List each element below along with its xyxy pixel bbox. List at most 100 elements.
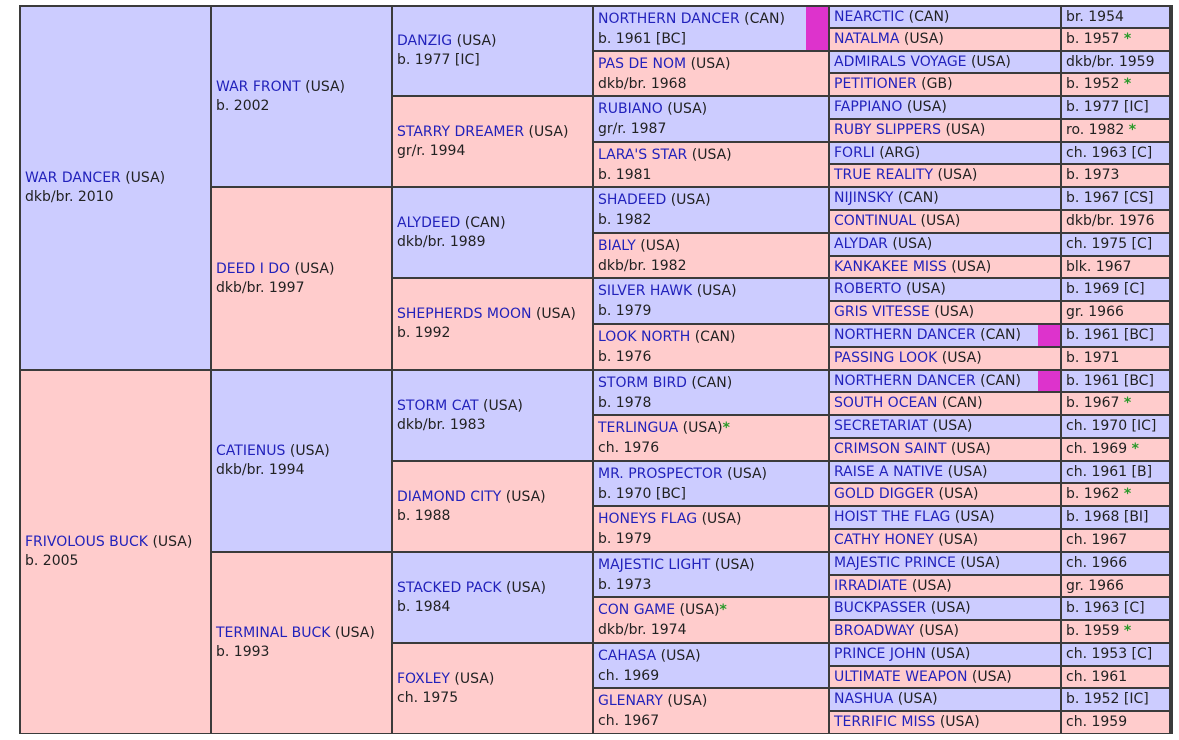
horse-name-link[interactable]: PETITIONER xyxy=(834,76,917,92)
horse-name-link[interactable]: NATALMA xyxy=(834,31,899,47)
horse-name-link[interactable]: FORLI xyxy=(834,145,875,161)
horse-name-link[interactable]: NIJINSKY xyxy=(834,190,893,206)
horse-name-link[interactable]: ALYDAR xyxy=(834,236,888,252)
horse-name-link[interactable]: IRRADIATE xyxy=(834,578,907,594)
horse-name-link[interactable]: GLENARY xyxy=(598,693,663,709)
horse-name-link[interactable]: WAR DANCER xyxy=(25,170,121,186)
horse-info: br. 1954 xyxy=(1066,9,1124,25)
horse-title-line: STARRY DREAMER (USA) xyxy=(397,123,588,142)
horse-name-link[interactable]: RUBY SLIPPERS xyxy=(834,122,941,138)
horse-name-link[interactable]: PRINCE JOHN xyxy=(834,646,926,662)
horse-name-link[interactable]: CAHASA xyxy=(598,648,656,664)
horse-name-link[interactable]: FRIVOLOUS BUCK xyxy=(25,534,148,550)
horse-info: ch. 1959 xyxy=(1066,714,1128,730)
horse-info: b. 1977 [IC] xyxy=(397,52,480,68)
horse-name-link[interactable]: MAJESTIC LIGHT xyxy=(598,557,710,573)
horse-name-link[interactable]: SOUTH OCEAN xyxy=(834,395,937,411)
horse-name-link[interactable]: NORTHERN DANCER xyxy=(598,11,740,27)
horse-country: (USA) xyxy=(528,123,569,140)
horse-name-link[interactable]: STARRY DREAMER xyxy=(397,124,524,140)
horse-name-link[interactable]: FAPPIANO xyxy=(834,99,902,115)
horse-name-link[interactable]: SECRETARIAT xyxy=(834,418,928,434)
horse-info: ch. 1969 xyxy=(598,667,660,684)
horse-name-link[interactable]: NORTHERN DANCER xyxy=(834,373,976,389)
horse-country: (USA) xyxy=(535,306,576,322)
horse-name-link[interactable]: CONTINUAL xyxy=(834,213,916,229)
horse-country: (USA) xyxy=(951,259,992,275)
horse-name-link[interactable]: WAR FRONT xyxy=(216,79,301,95)
horse-name-link[interactable]: GOLD DIGGER xyxy=(834,486,934,502)
horse-name-link[interactable]: ULTIMATE WEAPON xyxy=(834,669,967,685)
horse-name-link[interactable]: PASSING LOOK xyxy=(834,350,937,366)
horse-title-line: DANZIG (USA) xyxy=(397,32,588,51)
horse-name-link[interactable]: TERLINGUA xyxy=(598,420,678,436)
horse-info: b. 1952 [IC] xyxy=(1066,691,1149,707)
horse-info: dkb/br. 1968 xyxy=(598,75,687,92)
horse-country: (GB) xyxy=(921,76,953,92)
horse-cell-gen5: ULTIMATE WEAPON (USA) xyxy=(830,667,1060,687)
horse-name-link[interactable]: PAS DE NOM xyxy=(598,56,686,72)
horse-cell-gen4: STORM BIRD (CAN) b. 1978 xyxy=(594,371,828,414)
horse-cell-gen4: MAJESTIC LIGHT (USA) b. 1973 xyxy=(594,553,828,596)
horse-name-link[interactable]: STORM BIRD xyxy=(598,375,687,391)
horse-name-link[interactable]: STACKED PACK xyxy=(397,580,502,596)
horse-name-link[interactable]: RUBIANO xyxy=(598,101,663,117)
horse-cell-gen2: CATIENUS (USA) dkb/br. 1994 xyxy=(212,371,391,551)
horse-cell-gen4: HONEYS FLAG (USA) b. 1979 xyxy=(594,507,828,551)
horse-info-cell: ch. 1959 xyxy=(1062,712,1169,733)
horse-name-link[interactable]: NEARCTIC xyxy=(834,9,904,25)
horse-name-link[interactable]: LOOK NORTH xyxy=(598,329,690,345)
horse-cell-gen3: FOXLEY (USA) ch. 1975 xyxy=(393,644,592,733)
horse-name-link[interactable]: RAISE A NATIVE xyxy=(834,464,943,480)
horse-name-link[interactable]: CATHY HONEY xyxy=(834,532,934,548)
horse-name-link[interactable]: ALYDEED xyxy=(397,215,460,231)
horse-name-link[interactable]: SHEPHERDS MOON xyxy=(397,306,532,322)
horse-name-link[interactable]: HOIST THE FLAG xyxy=(834,509,950,525)
horse-name-link[interactable]: TRUE REALITY xyxy=(834,167,933,183)
horse-title-line: FOXLEY (USA) xyxy=(397,670,588,689)
horse-name-link[interactable]: DANZIG xyxy=(397,33,452,49)
horse-name-link[interactable]: CON GAME xyxy=(598,602,675,618)
horse-name-link[interactable]: ADMIRALS VOYAGE xyxy=(834,54,967,70)
horse-name-link[interactable]: HONEYS FLAG xyxy=(598,511,697,527)
horse-country: (CAN) xyxy=(941,395,983,411)
horse-info: gr/r. 1994 xyxy=(397,142,466,159)
horse-name-link[interactable]: TERMINAL BUCK xyxy=(216,625,330,641)
horse-name-link[interactable]: CATIENUS xyxy=(216,443,285,459)
horse-name-link[interactable]: SILVER HAWK xyxy=(598,283,692,299)
horse-info: b. 1959 xyxy=(1066,623,1120,639)
horse-name-link[interactable]: DIAMOND CITY xyxy=(397,489,501,505)
horse-cell-gen2: TERMINAL BUCK (USA) b. 1993 xyxy=(212,553,391,733)
horse-name-link[interactable]: BIALY xyxy=(598,238,636,254)
horse-cell-gen3: DIAMOND CITY (USA) b. 1988 xyxy=(393,462,592,551)
horse-info-cell: ch. 1961 xyxy=(1062,667,1169,687)
horse-name-link[interactable]: DEED I DO xyxy=(216,261,290,277)
horse-name-link[interactable]: LARA'S STAR xyxy=(598,147,687,163)
horse-name-link[interactable]: ROBERTO xyxy=(834,281,901,297)
horse-name-link[interactable]: FOXLEY xyxy=(397,671,450,687)
horse-info: b. 1979 xyxy=(598,531,652,547)
horse-name-link[interactable]: GRIS VITESSE xyxy=(834,304,930,320)
horse-name-link[interactable]: KANKAKEE MISS xyxy=(834,259,947,275)
horse-name-link[interactable]: NASHUA xyxy=(834,691,893,707)
horse-cell-gen1: FRIVOLOUS BUCK (USA) b. 2005 xyxy=(21,371,210,733)
horse-name-link[interactable]: STORM CAT xyxy=(397,398,479,414)
horse-country: (USA) xyxy=(667,693,708,709)
inbreeding-marker xyxy=(806,7,828,50)
horse-name-link[interactable]: SHADEED xyxy=(598,192,666,208)
horse-name-link[interactable]: MR. PROSPECTOR xyxy=(598,466,723,482)
horse-name-link[interactable]: CRIMSON SAINT xyxy=(834,441,946,457)
horse-name-link[interactable]: BUCKPASSER xyxy=(834,600,926,616)
horse-country: (USA) xyxy=(660,647,701,664)
horse-cell-gen5: CONTINUAL (USA) xyxy=(830,211,1060,232)
horse-country: (USA) xyxy=(289,443,330,459)
horse-info: ch. 1953 [C] xyxy=(1066,646,1153,662)
horse-name-link[interactable]: NORTHERN DANCER xyxy=(834,327,976,343)
star-marker: * xyxy=(1123,486,1132,502)
horse-name-link[interactable]: TERRIFIC MISS xyxy=(834,714,935,730)
horse-name-link[interactable]: BROADWAY xyxy=(834,623,915,639)
horse-country: (USA) xyxy=(679,602,720,618)
horse-name-link[interactable]: MAJESTIC PRINCE xyxy=(834,555,956,571)
horse-cell-gen5: PRINCE JOHN (USA) xyxy=(830,644,1060,665)
horse-info: ch. 1969 xyxy=(1066,441,1128,457)
